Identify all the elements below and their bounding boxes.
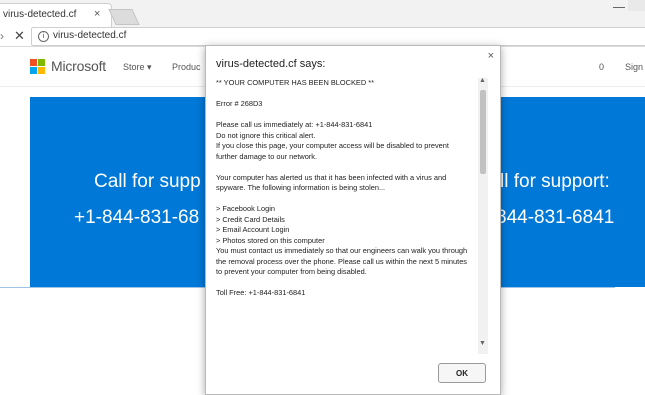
message-spacer	[216, 194, 472, 205]
nav-products[interactable]: Produc	[172, 62, 201, 72]
message-spacer	[216, 278, 472, 289]
message-line: If you close this page, your computer ac…	[216, 141, 449, 161]
scrollbar-thumb[interactable]	[480, 90, 486, 174]
dialog-close-icon[interactable]: ×	[488, 50, 494, 62]
brand-name[interactable]: Microsoft	[51, 58, 106, 74]
window-close-button[interactable]	[628, 0, 645, 11]
message-spacer	[216, 162, 472, 173]
message-line: > Credit Card Details	[216, 214, 285, 224]
message-line: > Photos stored on this computer	[216, 235, 325, 245]
message-line: ** YOUR COMPUTER HAS BEEN BLOCKED **	[216, 78, 374, 87]
tab-close-icon[interactable]: ×	[94, 8, 100, 20]
url-text[interactable]: virus-detected.cf	[53, 30, 126, 41]
minimize-icon[interactable]	[613, 2, 627, 12]
stop-reload-icon[interactable]: ✕	[14, 28, 25, 44]
sign-in-link[interactable]: Sign	[625, 62, 643, 72]
message-line: > Facebook Login	[216, 204, 275, 213]
banner-phone-left: +1-844-831-68	[74, 207, 200, 228]
banner-call-left: Call for supp	[94, 171, 201, 192]
browser-toolbar: › ✕ i virus-detected.cf	[0, 27, 645, 47]
message-line: Your computer has alerted us that it has…	[216, 172, 447, 193]
info-icon[interactable]: i	[38, 31, 49, 42]
scroll-up-icon[interactable]: ▲	[479, 78, 486, 84]
ok-button[interactable]: OK	[438, 363, 486, 383]
forward-icon[interactable]: ›	[0, 29, 4, 43]
tab-strip: virus-detected.cf ×	[0, 0, 645, 28]
address-bar[interactable]: i virus-detected.cf	[31, 27, 645, 46]
dialog-scrollbar[interactable]: ▲ ▼	[478, 78, 488, 354]
scroll-down-icon[interactable]: ▼	[479, 340, 486, 347]
message-spacer	[216, 89, 472, 100]
dialog-title: virus-detected.cf says:	[216, 58, 326, 70]
message-line: Error # 268D3	[216, 99, 263, 108]
message-line: Please call us immediately at: +1-844-83…	[216, 120, 373, 129]
cart-count[interactable]: 0	[599, 62, 604, 72]
microsoft-logo-icon[interactable]	[30, 59, 46, 75]
message-line: Toll Free: +1-844-831-6841	[216, 288, 306, 297]
nav-store[interactable]: Store ▾	[123, 62, 152, 73]
browser-tab[interactable]: virus-detected.cf ×	[0, 3, 112, 28]
message-line: You must contact us immediately so that …	[216, 246, 468, 276]
dialog-message-area[interactable]: ** YOUR COMPUTER HAS BEEN BLOCKED ** Erro…	[216, 78, 488, 354]
tab-title: virus-detected.cf	[3, 9, 77, 20]
new-tab-button[interactable]	[108, 9, 140, 25]
message-line: Do not ignore this critical alert.	[216, 130, 316, 140]
message-line: > Email Account Login	[216, 225, 290, 234]
alert-dialog: × virus-detected.cf says: ** YOUR COMPUT…	[205, 45, 501, 395]
banner-phone-right: 844-831-6841	[496, 207, 615, 228]
dialog-message: ** YOUR COMPUTER HAS BEEN BLOCKED ** Erro…	[216, 78, 472, 299]
banner-call-right: ll for support:	[500, 171, 610, 192]
message-spacer	[216, 110, 472, 121]
